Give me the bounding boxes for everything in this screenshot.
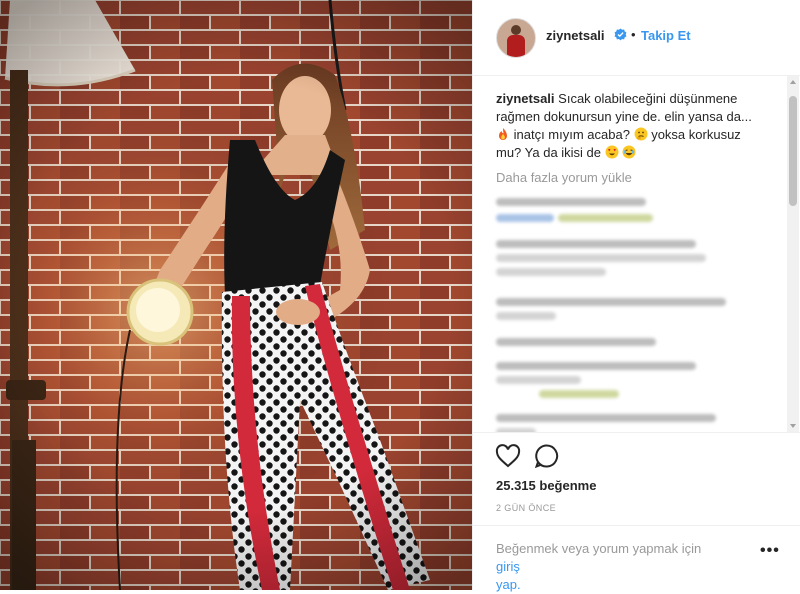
login-prompt: Beğenmek veya yorum yapmak için giriş ya… bbox=[496, 540, 726, 594]
caption-username[interactable]: ziynetsali bbox=[496, 91, 555, 106]
avatar[interactable] bbox=[496, 18, 536, 58]
login-prompt-area: Beğenmek veya yorum yapmak için giriş ya… bbox=[473, 525, 800, 594]
more-options-icon[interactable]: ••• bbox=[760, 542, 780, 560]
post-caption: ziynetsali Sıcak olabileceğini düşünmene… bbox=[496, 90, 764, 162]
verified-badge-icon bbox=[614, 28, 627, 41]
post-header: ziynetsali • Takip Et bbox=[473, 0, 800, 76]
load-more-comments-link[interactable]: Daha fazla yorum yükle bbox=[496, 170, 632, 185]
post-image bbox=[0, 0, 472, 590]
comments-scrollbar[interactable] bbox=[787, 76, 799, 432]
thinking-emoji-icon bbox=[634, 127, 648, 141]
post-actions: 25.315 beğenme 2 GÜN ÖNCE Beğenmek veya … bbox=[473, 432, 800, 594]
post-sidebar: ziynetsali • Takip Et ziynetsali Sıcak o… bbox=[472, 0, 800, 594]
likes-count[interactable]: 25.315 beğenme bbox=[496, 478, 596, 493]
follow-button[interactable]: Takip Et bbox=[641, 28, 691, 43]
scrollbar-thumb[interactable] bbox=[789, 96, 797, 206]
scroll-down-arrow-icon[interactable] bbox=[790, 424, 796, 428]
post-photo[interactable] bbox=[0, 0, 472, 590]
comment-bubble-icon[interactable] bbox=[534, 444, 559, 469]
login-prompt-text: Beğenmek veya yorum yapmak için bbox=[496, 541, 702, 556]
heart-icon[interactable] bbox=[495, 444, 521, 468]
laughing-emoji-icon bbox=[622, 145, 636, 159]
separator-dot: • bbox=[631, 27, 636, 42]
caption-text-2: inatçı mıyım acaba? bbox=[513, 127, 630, 142]
comments-list[interactable]: ziynetsali Sıcak olabileceğini düşünmene… bbox=[473, 76, 787, 432]
username-link[interactable]: ziynetsali bbox=[546, 28, 605, 43]
login-link[interactable]: giriş bbox=[496, 559, 520, 574]
heart-eyes-emoji-icon bbox=[605, 145, 619, 159]
post-date: 2 GÜN ÖNCE bbox=[496, 503, 557, 513]
fire-emoji-icon bbox=[499, 128, 507, 140]
scroll-up-arrow-icon[interactable] bbox=[790, 80, 796, 84]
